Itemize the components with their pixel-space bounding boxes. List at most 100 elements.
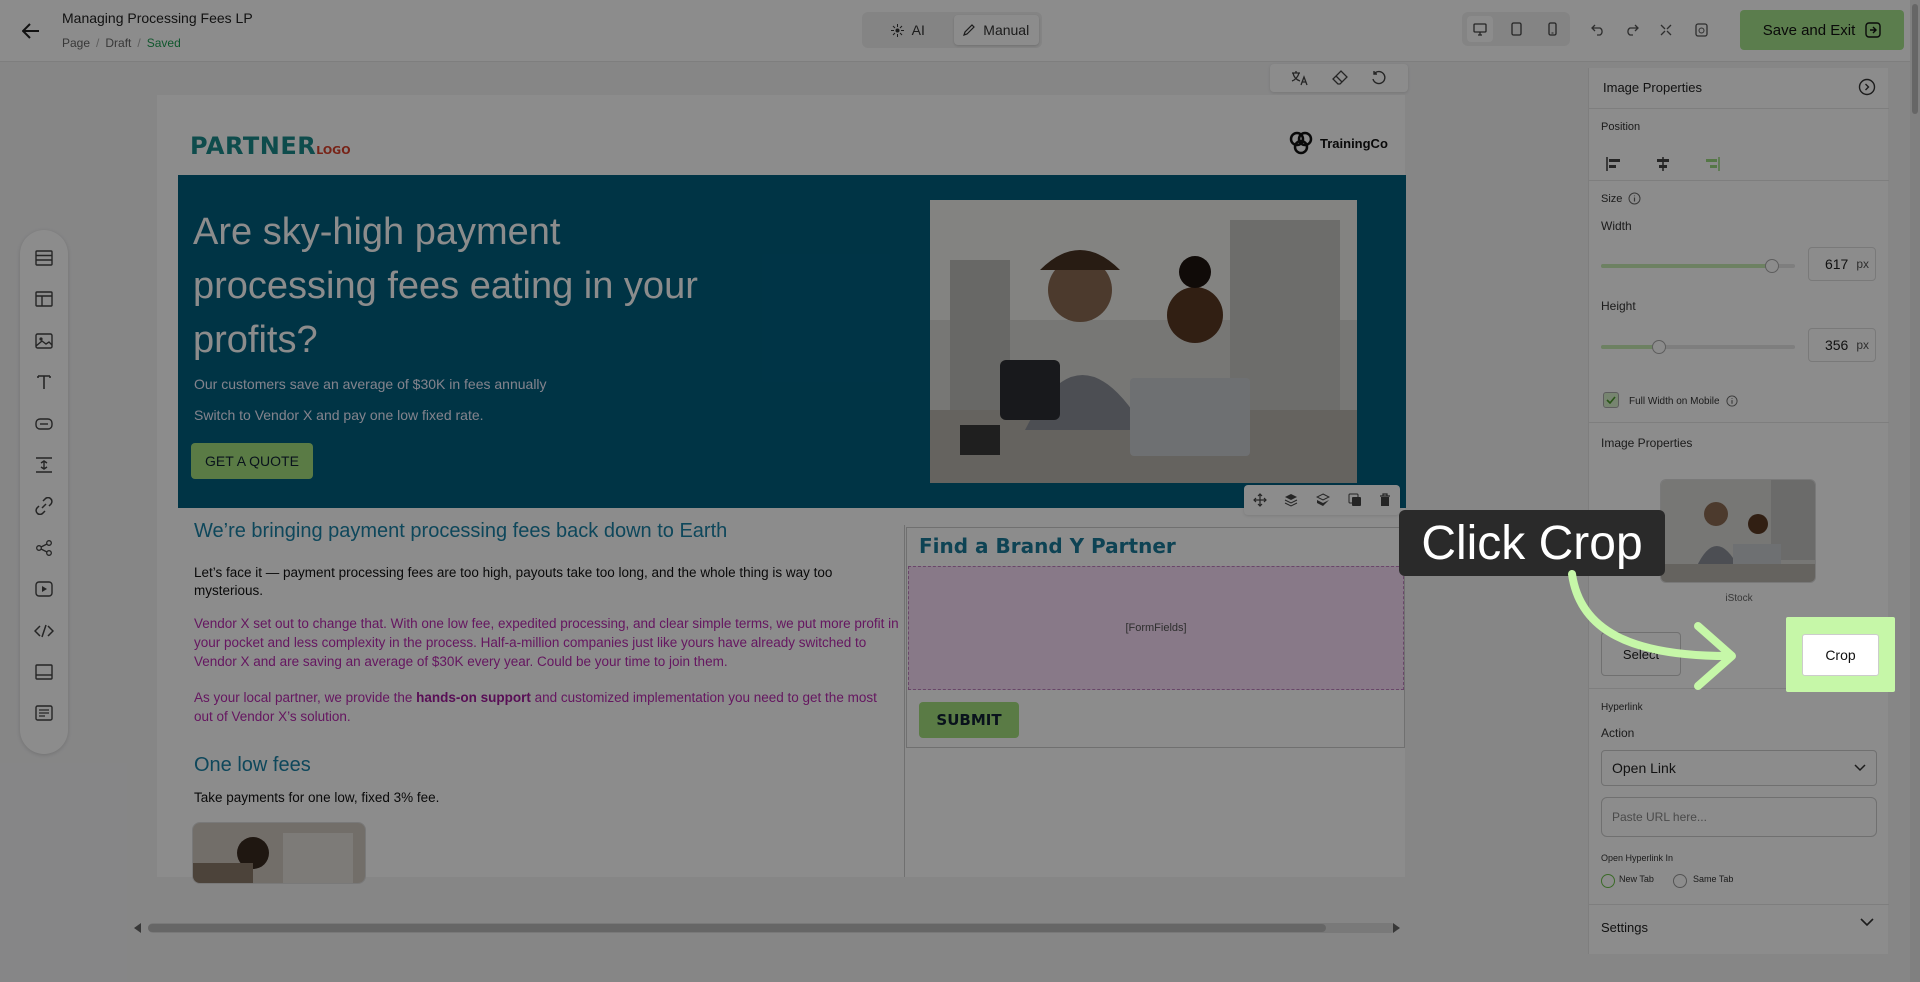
size-label: Size — [1601, 192, 1641, 205]
content-column: We’re bringing payment processing fees b… — [178, 520, 903, 884]
chevron-down-icon[interactable] — [1860, 918, 1874, 927]
content-image[interactable] — [192, 822, 366, 884]
layout-icon[interactable] — [30, 285, 58, 313]
breadcrumb-separator: / — [96, 36, 100, 50]
height-label: Height — [1601, 299, 1636, 313]
same-tab-label: Same Tab — [1693, 874, 1734, 884]
height-slider[interactable] — [1601, 340, 1795, 354]
width-label: Width — [1601, 219, 1632, 233]
hero-subtext-2: Switch to Vendor X and pay one low fixed… — [194, 407, 484, 423]
height-field[interactable]: 356 px — [1808, 328, 1876, 362]
section-paragraph-1: Let’s face it — payment processing fees … — [194, 565, 833, 598]
divider — [1589, 108, 1889, 109]
align-center-icon[interactable] — [1651, 152, 1675, 176]
collapse-icon[interactable] — [1654, 18, 1678, 42]
save-and-exit-button[interactable]: Save and Exit — [1740, 10, 1904, 50]
breadcrumb: Page / Draft / Saved — [62, 36, 181, 50]
scroll-left-arrow-icon[interactable] — [132, 922, 144, 934]
info-icon[interactable] — [1726, 395, 1738, 407]
action-select[interactable]: Open Link — [1601, 750, 1877, 786]
breadcrumb-page[interactable]: Page — [62, 36, 90, 50]
hyperlink-label: Hyperlink — [1601, 702, 1643, 713]
crop-button[interactable]: Crop — [1802, 634, 1879, 676]
submit-button[interactable]: SUBMIT — [919, 702, 1019, 738]
form-block[interactable]: Find a Brand Y Partner [FormFields] SUBM… — [906, 527, 1405, 748]
undo-icon[interactable] — [1586, 18, 1610, 42]
eraser-icon[interactable] — [1332, 70, 1348, 86]
move-icon[interactable] — [1252, 493, 1267, 507]
divider — [1589, 180, 1889, 181]
spacer-icon[interactable] — [30, 451, 58, 479]
code-icon[interactable] — [30, 617, 58, 645]
rows-icon[interactable] — [30, 244, 58, 272]
sparkle-icon — [890, 23, 904, 37]
canvas-tools — [1270, 64, 1408, 92]
video-icon[interactable] — [30, 575, 58, 603]
form-title: Find a Brand Y Partner — [919, 534, 1176, 558]
url-input[interactable] — [1601, 797, 1877, 837]
back-arrow-icon[interactable] — [18, 18, 44, 44]
panel-title: Image Properties — [1603, 80, 1702, 95]
column-divider — [904, 525, 905, 877]
duplicate-icon[interactable] — [1348, 493, 1362, 507]
width-unit: px — [1856, 257, 1869, 271]
ai-mode-button[interactable]: AI — [865, 15, 951, 45]
mobile-view-button[interactable] — [1539, 16, 1565, 42]
save-status: Saved — [146, 36, 181, 50]
width-slider[interactable] — [1601, 259, 1795, 273]
align-left-icon[interactable] — [1602, 152, 1626, 176]
manual-mode-label: Manual — [983, 22, 1030, 38]
section-heading: We’re bringing payment processing fees b… — [194, 520, 728, 542]
breadcrumb-draft[interactable]: Draft — [105, 36, 131, 50]
horizontal-scrollbar[interactable] — [148, 923, 1396, 933]
tablet-view-button[interactable] — [1503, 16, 1529, 42]
footer-icon[interactable] — [30, 658, 58, 686]
new-tab-radio[interactable] — [1601, 874, 1615, 888]
save-exit-icon — [1865, 22, 1881, 38]
full-width-mobile-checkbox[interactable] — [1603, 392, 1619, 408]
desktop-view-button[interactable] — [1467, 16, 1493, 42]
top-bar: Managing Processing Fees LP Page / Draft… — [0, 0, 1920, 62]
trainingco-logo-icon — [1289, 131, 1313, 155]
divider — [1589, 422, 1889, 423]
chevron-down-icon — [1854, 764, 1866, 772]
link-icon[interactable] — [30, 492, 58, 520]
image-icon[interactable] — [30, 327, 58, 355]
save-and-exit-label: Save and Exit — [1762, 21, 1856, 39]
action-select-value: Open Link — [1612, 760, 1676, 776]
divider — [1589, 904, 1889, 905]
width-field[interactable]: 617 px — [1808, 247, 1876, 281]
get-a-quote-button[interactable]: GET A QUOTE — [191, 443, 313, 479]
help-icon[interactable] — [1858, 78, 1876, 96]
same-tab-radio[interactable] — [1673, 874, 1687, 888]
form-icon[interactable] — [30, 699, 58, 727]
hero-image[interactable] — [930, 200, 1357, 483]
trainingco-logo: TrainingCo — [1286, 128, 1388, 158]
trash-icon[interactable] — [1379, 493, 1391, 507]
redo-icon[interactable] — [1620, 18, 1644, 42]
history-icon[interactable] — [1689, 18, 1713, 42]
hero-section[interactable]: Are sky-high payment processing fees eat… — [178, 175, 1406, 508]
page-title: Managing Processing Fees LP — [62, 10, 253, 26]
info-icon[interactable] — [1628, 192, 1641, 205]
page-scrollbar[interactable] — [1910, 0, 1920, 982]
reset-icon[interactable] — [1371, 70, 1387, 86]
share-icon[interactable] — [30, 534, 58, 562]
align-right-icon[interactable] — [1700, 152, 1724, 176]
scroll-right-arrow-icon[interactable] — [1390, 922, 1402, 934]
button-icon[interactable] — [30, 410, 58, 438]
settings-label[interactable]: Settings — [1601, 920, 1648, 935]
tablet-icon — [1510, 22, 1522, 36]
manual-mode-button[interactable]: Manual — [953, 15, 1039, 45]
layer-down-icon[interactable] — [1315, 493, 1330, 507]
hero-subtext-1: Our customers save an average of $30K in… — [194, 376, 547, 392]
partner-logo: PARTNERLOGO — [190, 132, 351, 160]
text-icon[interactable] — [30, 368, 58, 396]
width-value: 617 — [1824, 256, 1849, 272]
section-paragraph-2: Vendor X set out to change that. With on… — [194, 616, 899, 669]
form-fields-placeholder[interactable]: [FormFields] — [908, 566, 1404, 690]
translate-icon[interactable] — [1291, 70, 1309, 86]
layer-up-icon[interactable] — [1284, 493, 1298, 507]
action-label: Action — [1601, 726, 1635, 740]
image-properties-label: Image Properties — [1601, 436, 1693, 450]
